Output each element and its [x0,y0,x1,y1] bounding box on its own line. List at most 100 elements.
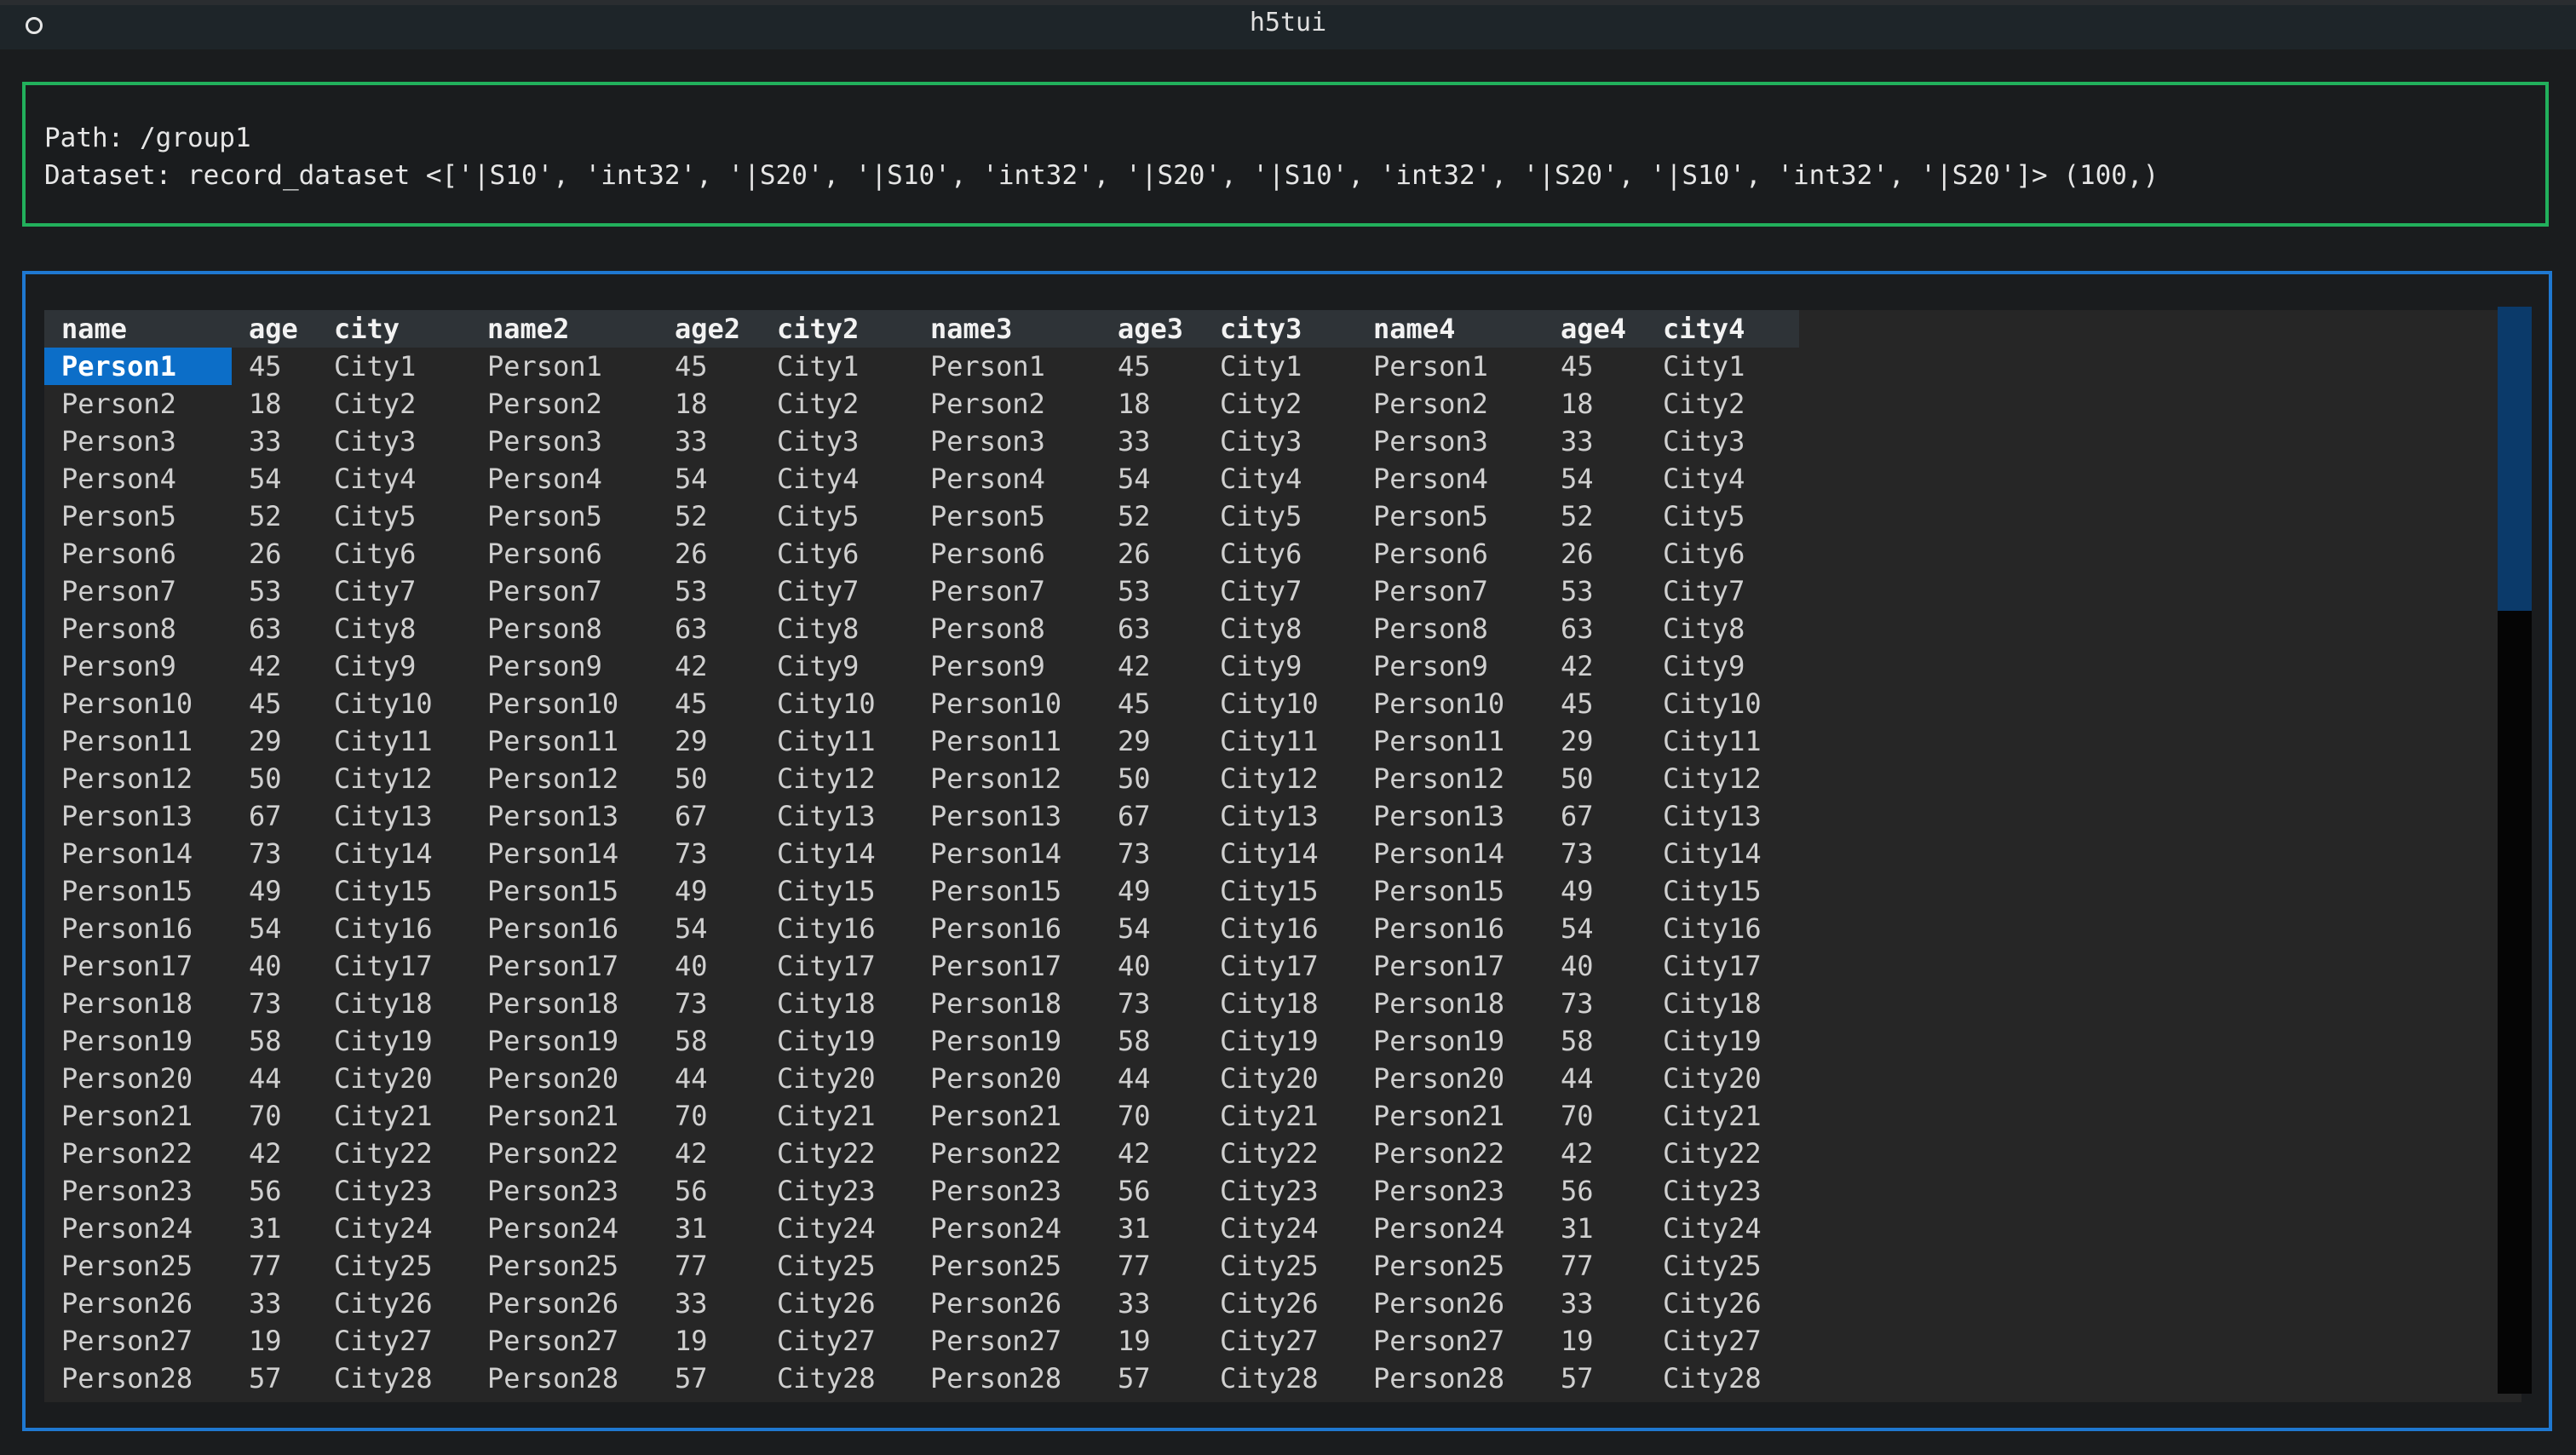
table-cell-age2[interactable]: 31 [675,1210,708,1247]
vertical-scrollbar[interactable] [2498,307,2532,1394]
table-cell-city4[interactable]: City24 [1663,1210,1762,1247]
table-cell-city4[interactable]: City10 [1663,685,1762,722]
table-cell-age[interactable]: 33 [249,1285,282,1322]
table-cell-city[interactable]: City1 [334,348,416,385]
table-row[interactable]: Person15 49 City15 Person15 49 City15 Person15… [44,872,1799,910]
table-cell-age4[interactable]: 29 [1561,722,1594,760]
table-cell-city2[interactable]: City24 [777,1210,876,1247]
table-cell-age2[interactable]: 19 [675,1322,708,1360]
table-cell-name[interactable]: Person12 [61,760,193,797]
table-cell-age4[interactable]: 67 [1561,797,1594,835]
table-cell-age2[interactable]: 70 [675,1097,708,1135]
table-cell-city2[interactable]: City25 [777,1247,876,1285]
table-cell-name2[interactable]: Person12 [487,760,618,797]
table-cell-name4[interactable]: Person11 [1373,722,1504,760]
table-cell-name3[interactable]: Person22 [930,1135,1061,1172]
table-cell-name3[interactable]: Person20 [930,1060,1061,1097]
table-cell-age3[interactable]: 73 [1118,835,1151,872]
table-cell-city3[interactable]: City19 [1220,1022,1319,1060]
table-cell-age[interactable]: 58 [249,1022,282,1060]
table-cell-city2[interactable]: City12 [777,760,876,797]
table-cell-name2[interactable]: Person13 [487,797,618,835]
column-header-name2[interactable]: name2 [487,310,569,348]
table-cell-age[interactable]: 53 [249,572,282,610]
table-cell-age4[interactable]: 57 [1561,1360,1594,1397]
table-cell-city4[interactable]: City9 [1663,647,1745,685]
column-header-age2[interactable]: age2 [675,310,740,348]
table-cell-age3[interactable]: 58 [1118,1022,1151,1060]
table-cell-name3[interactable]: Person18 [930,985,1061,1022]
table-cell-name2[interactable]: Person2 [487,385,602,423]
table-cell-name[interactable]: Person28 [61,1360,193,1397]
table-cell-age[interactable]: 52 [249,497,282,535]
table-cell-city4[interactable]: City3 [1663,423,1745,460]
table-cell-age4[interactable]: 54 [1561,460,1594,497]
table-cell-city2[interactable]: City7 [777,572,859,610]
table-cell-age[interactable]: 42 [249,647,282,685]
table-cell-city[interactable]: City23 [334,1172,433,1210]
table-cell-name2[interactable]: Person22 [487,1135,618,1172]
table-cell-name4[interactable]: Person1 [1373,348,1488,385]
table-cell-city[interactable]: City21 [334,1097,433,1135]
column-header-city2[interactable]: city2 [777,310,859,348]
table-cell-age[interactable]: 73 [249,985,282,1022]
table-cell-city2[interactable]: City9 [777,647,859,685]
table-row[interactable]: Person9 42 City9 Person9 42 City9 Person9 42 Cit… [44,647,1799,685]
table-cell-age2[interactable]: 29 [675,722,708,760]
table-cell-city3[interactable]: City15 [1220,872,1319,910]
table-cell-age[interactable]: 29 [249,722,282,760]
table-cell-age4[interactable]: 40 [1561,947,1594,985]
table-cell-name3[interactable]: Person9 [930,647,1045,685]
table-row[interactable]: Person20 44 City20 Person20 44 City20 Person20… [44,1060,1799,1097]
table-cell-name2[interactable]: Person5 [487,497,602,535]
table-cell-city2[interactable]: City19 [777,1022,876,1060]
table-cell-city2[interactable]: City16 [777,910,876,947]
table-cell-city3[interactable]: City24 [1220,1210,1319,1247]
table-cell-age4[interactable]: 50 [1561,760,1594,797]
table-cell-age3[interactable]: 57 [1118,1360,1151,1397]
table-cell-name4[interactable]: Person28 [1373,1360,1504,1397]
table-cell-name4[interactable]: Person23 [1373,1172,1504,1210]
table-cell-age4[interactable]: 18 [1561,385,1594,423]
table-cell-city[interactable]: City22 [334,1135,433,1172]
table-cell-city2[interactable]: City15 [777,872,876,910]
table-cell-age2[interactable]: 63 [675,610,708,647]
table-cell-age3[interactable]: 42 [1118,647,1151,685]
table-cell-name3[interactable]: Person21 [930,1097,1061,1135]
table-cell-name4[interactable]: Person9 [1373,647,1488,685]
table-row[interactable]: Person21 70 City21 Person21 70 City21 Person21… [44,1097,1799,1135]
table-cell-age2[interactable]: 58 [675,1022,708,1060]
table-cell-city4[interactable]: City6 [1663,535,1745,572]
table-cell-city[interactable]: City24 [334,1210,433,1247]
table-cell-city[interactable]: City5 [334,497,416,535]
table-cell-name4[interactable]: Person4 [1373,460,1488,497]
table-cell-name[interactable]: Person3 [61,423,176,460]
table-cell-name2[interactable]: Person8 [487,610,602,647]
table-cell-age[interactable]: 70 [249,1097,282,1135]
table-cell-age2[interactable]: 57 [675,1360,708,1397]
table-cell-city2[interactable]: City4 [777,460,859,497]
table-cell-city[interactable]: City12 [334,760,433,797]
table-cell-name4[interactable]: Person25 [1373,1247,1504,1285]
table-cell-city2[interactable]: City20 [777,1060,876,1097]
table-row[interactable]: Person8 63 City8 Person8 63 City8 Person8 63 Cit… [44,610,1799,647]
table-cell-city3[interactable]: City17 [1220,947,1319,985]
table-cell-city4[interactable]: City13 [1663,797,1762,835]
table-cell-name3[interactable]: Person14 [930,835,1061,872]
table-cell-name[interactable]: Person15 [61,872,193,910]
table-row[interactable]: Person18 73 City18 Person18 73 City18 Person18… [44,985,1799,1022]
table-cell-age4[interactable]: 49 [1561,872,1594,910]
table-cell-name2[interactable]: Person11 [487,722,618,760]
table-cell-age[interactable]: 45 [249,348,282,385]
table-cell-city3[interactable]: City11 [1220,722,1319,760]
table-cell-city4[interactable]: City17 [1663,947,1762,985]
table-cell-age3[interactable]: 67 [1118,797,1151,835]
table-cell-city2[interactable]: City22 [777,1135,876,1172]
table-cell-age2[interactable]: 54 [675,910,708,947]
table-cell-age[interactable]: 54 [249,460,282,497]
table-cell-name2[interactable]: Person4 [487,460,602,497]
table-cell-city[interactable]: City7 [334,572,416,610]
column-header-age3[interactable]: age3 [1118,310,1183,348]
column-header-name[interactable]: name [61,310,127,348]
table-cell-city[interactable]: City11 [334,722,433,760]
